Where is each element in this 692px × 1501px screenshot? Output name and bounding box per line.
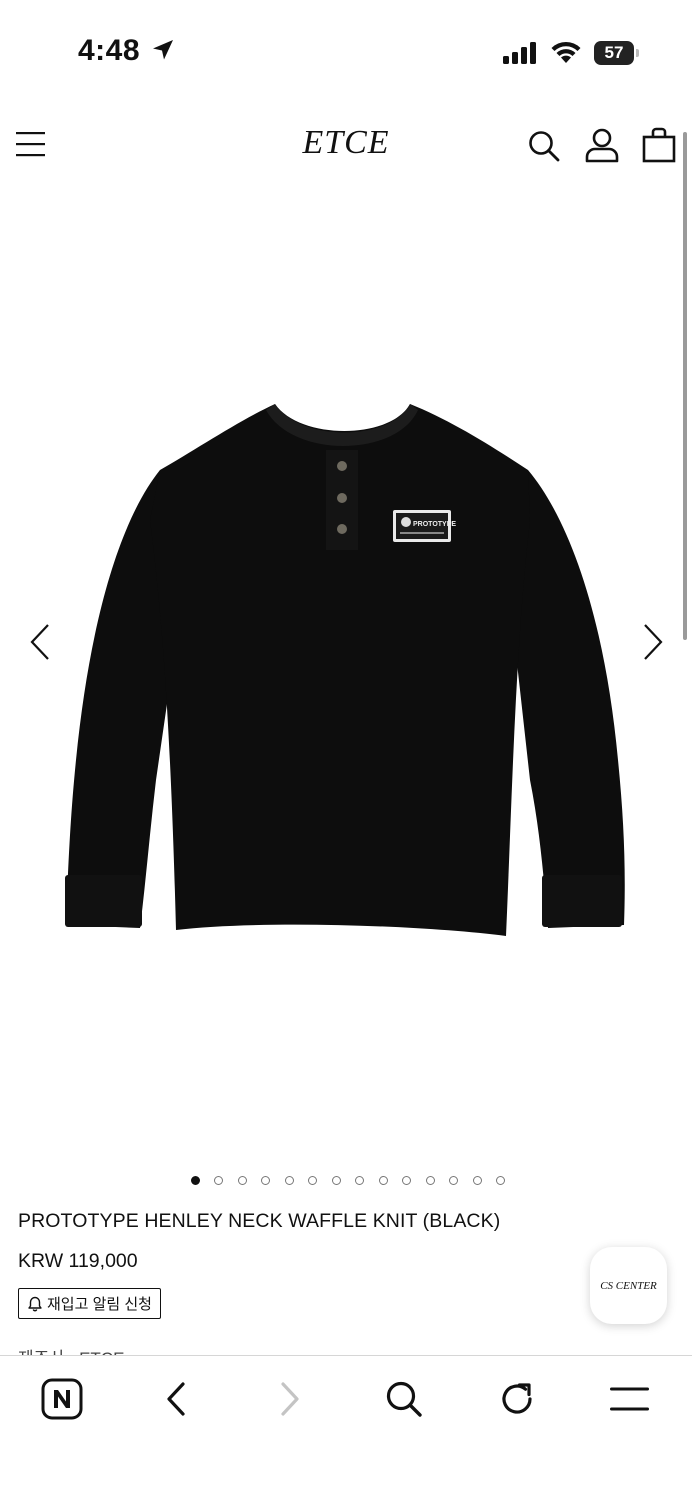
restock-alert-button[interactable]: 재입고 알림 신청: [18, 1288, 161, 1319]
carousel-dot[interactable]: [214, 1176, 224, 1185]
product-image[interactable]: PROTOTYPE: [0, 190, 692, 1150]
cs-center-label: CS CENTER: [600, 1279, 657, 1292]
maker-info: 제조사 : ETCE: [18, 1346, 124, 1355]
chevron-right-icon[interactable]: [641, 623, 665, 661]
carousel-dot[interactable]: [472, 1176, 482, 1185]
status-time-text: 4:48: [78, 34, 141, 67]
product-name: PROTOTYPE HENLEY NECK WAFFLE KNIT (BLACK…: [18, 1210, 501, 1232]
carousel-dot[interactable]: [190, 1176, 200, 1185]
carousel-dot[interactable]: [331, 1176, 341, 1185]
user-icon[interactable]: [584, 127, 620, 163]
wifi-icon: [551, 41, 581, 63]
chevron-left-icon[interactable]: [28, 623, 52, 661]
shirt-illustration: PROTOTYPE: [65, 404, 625, 936]
search-icon[interactable]: [384, 1379, 424, 1419]
carousel-dot[interactable]: [284, 1176, 294, 1185]
reload-icon[interactable]: [497, 1379, 537, 1419]
browser-toolbar: [0, 1355, 692, 1501]
location-arrow-icon: [152, 40, 173, 60]
carousel-dot[interactable]: [237, 1176, 247, 1185]
carousel-dot[interactable]: [496, 1176, 506, 1185]
carousel-dot[interactable]: [402, 1176, 412, 1185]
chevron-left-icon[interactable]: [163, 1381, 189, 1417]
carousel-dot[interactable]: [261, 1176, 271, 1185]
restock-alert-label: 재입고 알림 신청: [47, 1296, 152, 1313]
search-icon[interactable]: [527, 129, 561, 163]
naver-n-icon[interactable]: [41, 1378, 83, 1420]
hamburger-icon[interactable]: [609, 1386, 651, 1412]
carousel-dot[interactable]: [308, 1176, 318, 1185]
carousel-dot[interactable]: [425, 1176, 435, 1185]
carousel-dot[interactable]: [378, 1176, 388, 1185]
shopping-bag-icon[interactable]: [641, 127, 677, 163]
chevron-right-icon[interactable]: [277, 1381, 303, 1417]
status-indicators: 57: [502, 38, 639, 68]
cs-center-button[interactable]: CS CENTER: [590, 1247, 667, 1324]
battery-indicator: 57: [594, 41, 639, 65]
carousel-dot[interactable]: [449, 1176, 459, 1185]
status-time: 4:48: [78, 34, 175, 68]
cellular-signal-icon: [503, 42, 536, 64]
bell-icon: [28, 1296, 42, 1311]
patch-label: PROTOTYPE: [413, 521, 456, 528]
carousel-pagination: [0, 1176, 692, 1185]
carousel-dot[interactable]: [355, 1176, 365, 1185]
product-price: KRW 119,000: [18, 1250, 138, 1272]
battery-level: 57: [604, 43, 624, 62]
